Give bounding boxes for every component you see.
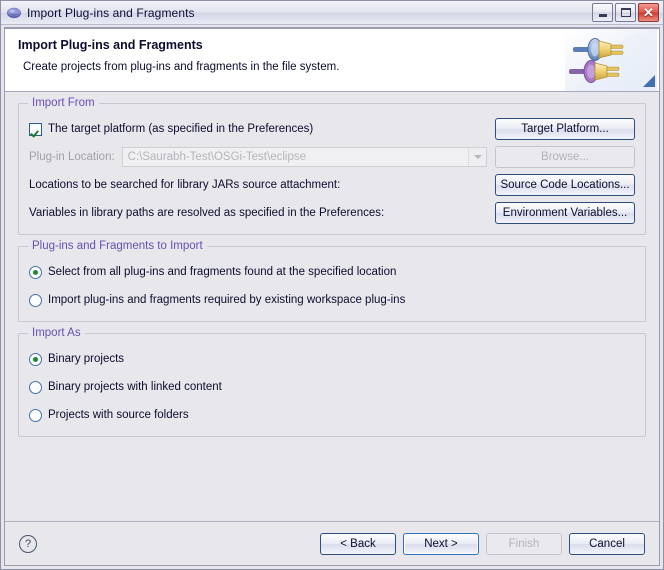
target-platform-label: The target platform (as specified in the… [48, 123, 314, 135]
group-import-from: Import From The target platform (as spec… [18, 97, 646, 235]
group-import-as: Import As Binary projects Binary project… [18, 327, 646, 437]
group-title-import-from: Import From [28, 97, 99, 109]
browse-button[interactable]: Browse... [495, 146, 635, 168]
dialog-body: Import From The target platform (as spec… [4, 92, 660, 521]
dialog-footer: ? < Back Next > Finish Cancel [4, 521, 660, 566]
close-button[interactable]: ✕ [638, 3, 659, 22]
target-platform-button[interactable]: Target Platform... [495, 118, 635, 140]
wizard-header: Import Plug-ins and Fragments Create pro… [4, 28, 660, 92]
minimize-icon [598, 14, 607, 17]
dialog-window: Import Plug-ins and Fragments ✕ Import P… [0, 0, 664, 570]
plugin-location-value: C:\Saurabh-Test\OSGi-Test\eclipse [127, 151, 306, 163]
radio-label-source-folders: Projects with source folders [48, 409, 189, 421]
page-title: Import Plug-ins and Fragments [18, 38, 203, 52]
environment-variables-button[interactable]: Environment Variables... [495, 202, 635, 224]
radio-label-binary-projects: Binary projects [48, 353, 125, 365]
plugin-location-label: Plug-in Location: [29, 151, 115, 163]
group-plugins-to-import: Plug-ins and Fragments to Import Select … [18, 240, 646, 322]
window-controls: ✕ [592, 3, 659, 22]
help-icon[interactable]: ? [19, 534, 37, 553]
group-title-import-as: Import As [28, 327, 85, 339]
radio-row-binary-linked[interactable]: Binary projects with linked content [29, 376, 635, 398]
row-target-platform: The target platform (as specified in the… [29, 118, 635, 140]
radio-source-folders[interactable] [29, 408, 42, 422]
radio-label-select-all: Select from all plug-ins and fragments f… [48, 266, 397, 278]
window-title: Import Plug-ins and Fragments [27, 5, 195, 20]
radio-row-select-all[interactable]: Select from all plug-ins and fragments f… [29, 261, 635, 283]
title-bar: Import Plug-ins and Fragments ✕ [1, 1, 663, 25]
close-icon: ✕ [643, 5, 654, 20]
plug-connector-graphic [565, 29, 657, 91]
source-attachment-label: Locations to be searched for library JAR… [29, 179, 341, 191]
row-plugin-location: Plug-in Location: C:\Saurabh-Test\OSGi-T… [29, 146, 635, 168]
next-button[interactable]: Next > [403, 532, 479, 555]
radio-label-required-by-workspace: Import plug-ins and fragments required b… [48, 294, 406, 306]
minimize-button[interactable] [592, 3, 613, 22]
maximize-button[interactable] [615, 3, 636, 22]
radio-binary-linked[interactable] [29, 380, 42, 394]
maximize-icon [620, 8, 631, 17]
wizard-buttons: < Back Next > Finish Cancel [320, 532, 645, 555]
target-platform-checkbox[interactable] [29, 122, 42, 136]
radio-row-binary-projects[interactable]: Binary projects [29, 348, 635, 370]
radio-select-all[interactable] [29, 265, 42, 279]
eclipse-icon [6, 5, 22, 21]
page-description: Create projects from plug-ins and fragme… [23, 61, 340, 73]
radio-row-source-folders[interactable]: Projects with source folders [29, 404, 635, 426]
row-variables: Variables in library paths are resolved … [29, 202, 635, 224]
radio-binary-projects[interactable] [29, 352, 42, 366]
radio-label-binary-linked: Binary projects with linked content [48, 381, 222, 393]
plugin-location-combo[interactable]: C:\Saurabh-Test\OSGi-Test\eclipse [121, 147, 487, 167]
radio-required-by-workspace[interactable] [29, 293, 42, 307]
radio-row-required-by-workspace[interactable]: Import plug-ins and fragments required b… [29, 289, 635, 311]
group-title-plugins-to-import: Plug-ins and Fragments to Import [28, 240, 207, 252]
back-button[interactable]: < Back [320, 532, 396, 555]
finish-button[interactable]: Finish [486, 532, 562, 555]
cancel-button[interactable]: Cancel [569, 532, 645, 555]
source-code-locations-button[interactable]: Source Code Locations... [495, 174, 635, 196]
chevron-down-icon[interactable] [468, 148, 486, 166]
variables-label: Variables in library paths are resolved … [29, 207, 385, 219]
row-source-attachment: Locations to be searched for library JAR… [29, 174, 635, 196]
